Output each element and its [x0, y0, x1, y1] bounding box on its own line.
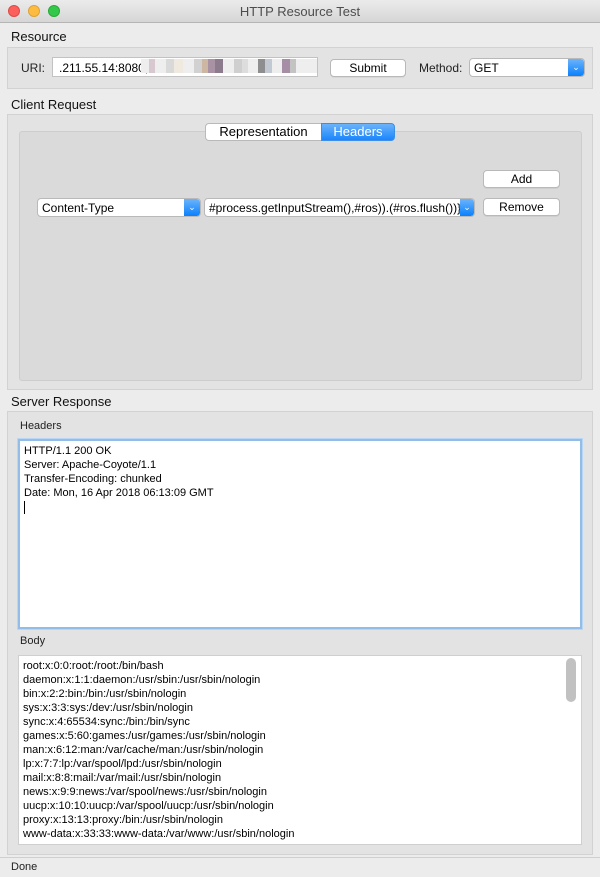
body-line: bin:x:2:2:bin:/bin:/usr/sbin/nologin — [23, 688, 187, 700]
method-select[interactable]: GET ⌄ — [469, 58, 585, 77]
chevron-down-icon: ⌄ — [184, 199, 200, 216]
body-scrollbar-thumb[interactable] — [566, 658, 576, 702]
remove-header-button[interactable]: Remove — [483, 198, 560, 216]
status-text: Done — [11, 861, 38, 873]
header-value-text: #process.getInputStream(),#ros)).(#ros.f… — [209, 201, 462, 215]
body-line: games:x:5:60:games:/usr/games:/usr/sbin/… — [23, 730, 266, 742]
add-header-button[interactable]: Add — [483, 170, 560, 188]
response-header-line: Date: Mon, 16 Apr 2018 06:13:09 GMT — [24, 487, 214, 499]
chevron-down-icon: ⌄ — [568, 59, 584, 76]
text-caret — [24, 501, 25, 514]
header-value-combobox[interactable]: #process.getInputStream(),#ros)).(#ros.f… — [204, 198, 475, 217]
header-name-value: Content-Type — [42, 201, 115, 215]
response-body-label: Body — [20, 635, 46, 647]
response-headers-textarea[interactable]: HTTP/1.1 200 OK Server: Apache-Coyote/1.1… — [18, 439, 582, 629]
body-line: lp:x:7:7:lp:/var/spool/lpd:/usr/sbin/nol… — [23, 758, 222, 770]
body-line: sync:x:4:65534:sync:/bin:/bin/sync — [23, 716, 190, 728]
server-response-section-title: Server Response — [11, 394, 112, 409]
uri-label: URI: — [21, 61, 45, 75]
body-line: man:x:6:12:man:/var/cache/man:/usr/sbin/… — [23, 744, 264, 756]
response-headers-label: Headers — [20, 420, 62, 432]
tab-headers[interactable]: Headers — [321, 123, 395, 141]
body-line: www-data:x:33:33:www-data:/var/www:/usr/… — [23, 828, 295, 840]
title-bar: HTTP Resource Test — [0, 0, 600, 23]
response-body-textarea[interactable]: root:x:0:0:root:/root:/bin/bash daemon:x:… — [18, 655, 582, 845]
method-value: GET — [474, 61, 499, 75]
chevron-down-icon: ⌄ — [460, 199, 474, 216]
window-title: HTTP Resource Test — [239, 4, 361, 19]
status-bar: Done — [0, 857, 600, 877]
header-name-select[interactable]: Content-Type ⌄ — [37, 198, 201, 217]
response-header-line: Server: Apache-Coyote/1.1 — [24, 459, 157, 471]
body-line: uucp:x:10:10:uucp:/var/spool/uucp:/usr/s… — [23, 800, 274, 812]
body-line: news:x:9:9:news:/var/spool/news:/usr/sbi… — [23, 786, 267, 798]
response-header-line: HTTP/1.1 200 OK — [24, 445, 112, 457]
redacted-uri-segment — [141, 59, 317, 73]
submit-button[interactable]: Submit — [330, 59, 406, 77]
tab-representation[interactable]: Representation — [205, 123, 321, 141]
body-line: mail:x:8:8:mail:/var/mail:/usr/sbin/nolo… — [23, 772, 222, 784]
response-header-line: Transfer-Encoding: chunked — [24, 473, 162, 485]
body-line: sys:x:3:3:sys:/dev:/usr/sbin/nologin — [23, 702, 193, 714]
body-line: daemon:x:1:1:daemon:/usr/sbin:/usr/sbin/… — [23, 674, 261, 686]
uri-value: .211.55.14:8080, — [59, 61, 149, 75]
method-label: Method: — [419, 61, 463, 75]
body-line: proxy:x:13:13:proxy:/bin:/usr/sbin/nolog… — [23, 814, 223, 826]
headers-tab-content: Add Content-Type ⌄ #process.getInputStre… — [19, 131, 582, 381]
resource-section-title: Resource — [11, 29, 67, 44]
client-request-panel: Add Content-Type ⌄ #process.getInputStre… — [7, 114, 593, 390]
client-request-section-title: Client Request — [11, 97, 97, 112]
body-line: root:x:0:0:root:/root:/bin/bash — [23, 660, 164, 672]
